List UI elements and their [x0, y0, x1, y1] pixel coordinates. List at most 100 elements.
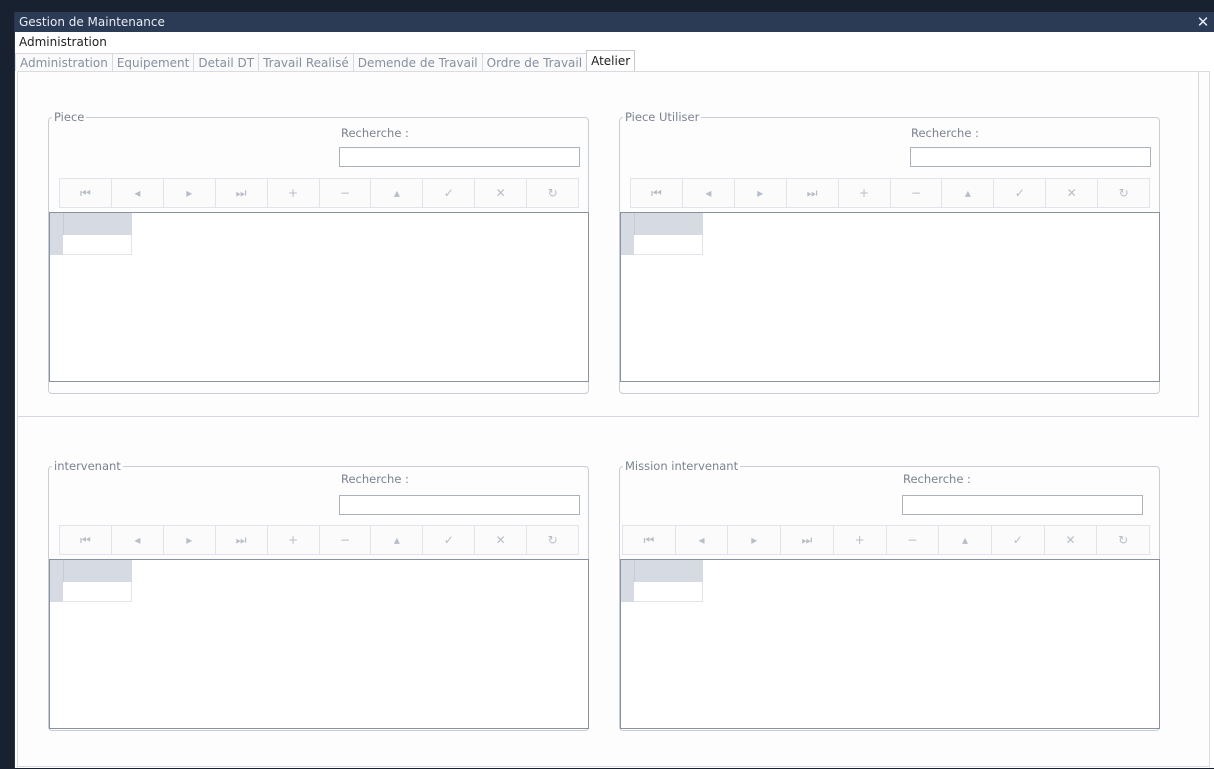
- last-button[interactable]: ⏭: [214, 525, 267, 555]
- delete-button[interactable]: −: [318, 525, 371, 555]
- data-navigator: ⏮ ◂ ▸ ⏭ + − ▴ ✓ ✕ ↻: [622, 525, 1151, 555]
- cancel-button[interactable]: ✕: [474, 178, 527, 208]
- menu-administration[interactable]: Administration: [19, 35, 107, 49]
- cancel-button[interactable]: ✕: [1043, 525, 1097, 555]
- row-indicator[interactable]: [621, 235, 634, 255]
- tab-travail-realise[interactable]: Travail Realisé: [258, 53, 354, 71]
- row-indicator[interactable]: [50, 582, 63, 602]
- tab-administration[interactable]: Administration: [15, 53, 113, 71]
- tab-atelier[interactable]: Atelier: [586, 50, 636, 71]
- prev-button[interactable]: ◂: [674, 525, 728, 555]
- edit-button[interactable]: ▴: [941, 178, 994, 208]
- first-icon: ⏮: [80, 185, 91, 200]
- search-label: Recherche :: [341, 472, 409, 486]
- tab-detail-dt[interactable]: Detail DT: [193, 53, 260, 71]
- tab-demende-de-travail[interactable]: Demende de Travail: [352, 53, 483, 71]
- add-button[interactable]: +: [266, 525, 319, 555]
- add-button[interactable]: +: [837, 178, 890, 208]
- post-icon: ✓: [1014, 186, 1025, 200]
- data-grid[interactable]: [620, 559, 1160, 729]
- data-navigator: ⏮ ◂ ▸ ⏭ + − ▴ ✓ ✕ ↻: [630, 178, 1151, 208]
- edit-icon: ▴: [962, 533, 969, 547]
- edit-button[interactable]: ▴: [938, 525, 991, 555]
- row-indicator[interactable]: [50, 235, 63, 255]
- last-icon: ⏭: [801, 532, 813, 547]
- cancel-button[interactable]: ✕: [474, 525, 527, 555]
- prev-button[interactable]: ◂: [110, 525, 163, 555]
- prev-button[interactable]: ◂: [681, 178, 734, 208]
- delete-icon: −: [910, 186, 922, 200]
- data-navigator: ⏮ ◂ ▸ ⏭ + − ▴ ✓ ✕ ↻: [59, 525, 580, 555]
- window-title: Gestion de Maintenance: [19, 15, 165, 29]
- add-icon: +: [859, 186, 870, 200]
- tab-strip: Administration Equipement Detail DT Trav…: [15, 50, 636, 71]
- cancel-icon: ✕: [495, 186, 506, 200]
- group-piece-utiliser: Piece Utiliser Recherche : ⏮ ◂ ▸ ⏭ + − ▴ ✓ ✕ ↻: [619, 110, 1160, 394]
- delete-icon: −: [339, 533, 351, 547]
- first-button[interactable]: ⏮: [630, 178, 682, 208]
- add-button[interactable]: +: [266, 178, 319, 208]
- add-icon: +: [854, 533, 865, 547]
- data-grid[interactable]: [620, 212, 1160, 382]
- delete-button[interactable]: −: [885, 525, 939, 555]
- cancel-button[interactable]: ✕: [1045, 178, 1098, 208]
- delete-icon: −: [339, 186, 351, 200]
- group-title: intervenant: [52, 459, 123, 473]
- last-button[interactable]: ⏭: [780, 525, 833, 555]
- add-button[interactable]: +: [832, 525, 886, 555]
- delete-button[interactable]: −: [889, 178, 942, 208]
- title-bar: Gestion de Maintenance ✕: [15, 12, 1214, 32]
- next-button[interactable]: ▸: [727, 525, 781, 555]
- group-intervenant: intervenant Recherche : ⏮ ◂ ▸ ⏭ + − ▴ ✓ ✕ ↻: [48, 459, 589, 731]
- table-row[interactable]: [634, 235, 703, 255]
- post-button[interactable]: ✓: [990, 525, 1044, 555]
- refresh-icon: ↻: [547, 533, 558, 547]
- data-grid[interactable]: [49, 212, 589, 382]
- post-button[interactable]: ✓: [422, 178, 475, 208]
- next-icon: ▸: [757, 186, 764, 200]
- search-input[interactable]: [339, 495, 580, 515]
- search-label: Recherche :: [903, 472, 971, 486]
- post-button[interactable]: ✓: [993, 178, 1046, 208]
- edit-button[interactable]: ▴: [370, 178, 423, 208]
- first-icon: ⏮: [80, 532, 91, 547]
- prev-button[interactable]: ◂: [110, 178, 163, 208]
- add-icon: +: [288, 186, 299, 200]
- next-button[interactable]: ▸: [733, 178, 786, 208]
- search-input[interactable]: [339, 147, 580, 167]
- first-button[interactable]: ⏮: [622, 525, 675, 555]
- close-icon[interactable]: ✕: [1195, 12, 1211, 32]
- cancel-icon: ✕: [495, 533, 506, 547]
- edit-button[interactable]: ▴: [370, 525, 423, 555]
- search-label: Recherche :: [341, 126, 409, 140]
- add-icon: +: [288, 533, 299, 547]
- delete-button[interactable]: −: [318, 178, 371, 208]
- atelier-tab-content: Piece Recherche : ⏮ ◂ ▸ ⏭ + − ▴ ✓ ✕ ↻ Piece Utili…: [17, 71, 1210, 767]
- row-indicator[interactable]: [621, 582, 634, 602]
- search-input[interactable]: [910, 147, 1151, 167]
- edit-icon: ▴: [393, 533, 400, 547]
- last-button[interactable]: ⏭: [785, 178, 838, 208]
- table-row[interactable]: [63, 235, 132, 255]
- refresh-button[interactable]: ↻: [526, 178, 580, 208]
- refresh-button[interactable]: ↻: [1096, 525, 1151, 555]
- refresh-button[interactable]: ↻: [1097, 178, 1151, 208]
- post-button[interactable]: ✓: [422, 525, 475, 555]
- data-grid[interactable]: [49, 559, 589, 729]
- first-button[interactable]: ⏮: [59, 178, 111, 208]
- table-row[interactable]: [634, 582, 703, 602]
- first-icon: ⏮: [643, 532, 655, 547]
- tab-ordre-de-travail[interactable]: Ordre de Travail: [481, 53, 588, 71]
- next-button[interactable]: ▸: [162, 178, 215, 208]
- tab-equipement[interactable]: Equipement: [111, 53, 195, 71]
- search-input[interactable]: [902, 495, 1143, 515]
- refresh-button[interactable]: ↻: [526, 525, 580, 555]
- splitter-horizontal[interactable]: [18, 416, 1198, 417]
- menu-bar: Administration: [15, 33, 1214, 51]
- grid-header: [50, 213, 132, 235]
- data-navigator: ⏮ ◂ ▸ ⏭ + − ▴ ✓ ✕ ↻: [59, 178, 580, 208]
- table-row[interactable]: [63, 582, 132, 602]
- first-button[interactable]: ⏮: [59, 525, 111, 555]
- last-button[interactable]: ⏭: [214, 178, 267, 208]
- next-button[interactable]: ▸: [162, 525, 215, 555]
